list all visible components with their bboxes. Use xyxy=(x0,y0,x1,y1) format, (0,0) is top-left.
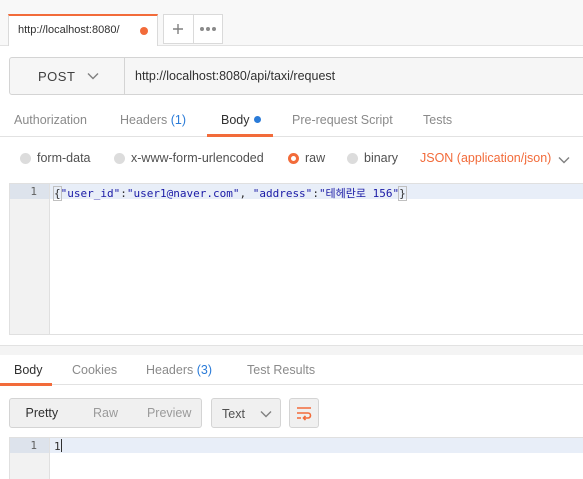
body-modified-dot-icon xyxy=(253,116,261,123)
ellipsis-icon xyxy=(199,27,216,31)
json-value: "user1@naver.com" xyxy=(126,187,240,200)
response-tab-headers-label: Headers xyxy=(146,363,194,377)
tab-headers-label: Headers xyxy=(120,113,168,127)
response-active-tab-indicator xyxy=(0,383,52,386)
close-brace: } xyxy=(398,186,407,201)
response-tab-cookies[interactable]: Cookies xyxy=(72,363,117,377)
radio-raw-label: raw xyxy=(305,151,326,165)
json-key: "user_id" xyxy=(60,187,121,200)
radio-form-data-label: form-data xyxy=(37,151,91,165)
open-brace: { xyxy=(53,186,62,201)
url-input[interactable]: http://localhost:8080/api/taxi/request xyxy=(135,69,335,83)
response-tab-headers[interactable]: Headers (3) xyxy=(146,363,212,377)
radio-raw[interactable]: raw xyxy=(288,151,325,165)
url-bar: POST http://localhost:8080/api/taxi/requ… xyxy=(9,57,583,95)
radio-urlencoded-label: x-www-form-urlencoded xyxy=(131,151,264,165)
json-comma: , xyxy=(239,187,253,200)
radio-binary[interactable]: binary xyxy=(347,151,398,165)
json-key: "address" xyxy=(252,187,313,200)
response-body-viewer[interactable]: 1 1 xyxy=(9,437,583,479)
tab-tests-label: Tests xyxy=(423,113,453,127)
line-number: 1 xyxy=(30,185,37,198)
active-tab-indicator xyxy=(207,134,273,137)
response-tabs: Body Cookies Headers (3) Test Results xyxy=(0,355,583,385)
chevron-down-icon[interactable] xyxy=(557,153,571,167)
radio-circle-icon xyxy=(114,152,125,164)
text-cursor xyxy=(60,439,62,452)
json-value: "테헤란로 156" xyxy=(318,187,400,200)
unsaved-dot-icon xyxy=(140,27,148,35)
wrap-lines-button[interactable] xyxy=(289,398,319,428)
pretty-button[interactable]: Pretty xyxy=(10,399,74,427)
tab-authorization[interactable]: Authorization xyxy=(14,113,87,127)
body-type-options: form-data x-www-form-urlencoded raw bina… xyxy=(0,145,583,173)
method-select[interactable]: POST xyxy=(10,58,125,94)
wrap-lines-icon xyxy=(297,407,312,421)
raw-button[interactable]: Raw xyxy=(74,399,138,427)
tab-headers[interactable]: Headers (1) xyxy=(120,113,186,127)
tab-body-label: Body xyxy=(221,113,250,127)
response-code-line: 1 xyxy=(54,439,62,453)
radio-binary-label: binary xyxy=(364,151,399,165)
content-type-select[interactable]: JSON (application/json) xyxy=(420,151,551,165)
tab-tests[interactable]: Tests xyxy=(423,113,452,127)
response-tab-body[interactable]: Body xyxy=(14,363,43,377)
new-tab-button[interactable] xyxy=(164,15,193,43)
tab-actions xyxy=(163,14,223,44)
response-view-mode: Pretty Raw Preview xyxy=(9,398,202,428)
plus-icon xyxy=(173,24,184,34)
tab-prerequest-script[interactable]: Pre-request Script xyxy=(292,113,393,127)
radio-selected-icon xyxy=(288,152,299,164)
line-number: 1 xyxy=(30,439,37,452)
tab-body[interactable]: Body xyxy=(221,113,261,127)
response-headers-count: (3) xyxy=(196,363,213,377)
method-label: POST xyxy=(38,69,76,84)
chevron-down-icon xyxy=(87,73,99,80)
radio-urlencoded[interactable]: x-www-form-urlencoded xyxy=(114,151,264,165)
response-format-label: Text xyxy=(222,407,245,421)
response-divider xyxy=(0,345,583,355)
response-format-select[interactable]: Text xyxy=(211,398,281,428)
request-tabs: Authorization Headers (1) Body Pre-reque… xyxy=(0,107,583,137)
response-tab-test-results[interactable]: Test Results xyxy=(247,363,315,377)
json-colon: : xyxy=(120,187,127,200)
more-tabs-button[interactable] xyxy=(192,15,223,43)
request-tab-title: http://localhost:8080/ xyxy=(18,24,120,36)
radio-circle-icon xyxy=(20,152,31,164)
chevron-down-icon xyxy=(260,411,272,418)
json-colon: : xyxy=(312,187,319,200)
tab-bar: http://localhost:8080/ xyxy=(0,0,583,46)
request-tab[interactable]: http://localhost:8080/ xyxy=(8,14,158,46)
tab-authorization-label: Authorization xyxy=(14,113,87,127)
response-tab-cookies-label: Cookies xyxy=(72,363,118,377)
tab-prerequest-label: Pre-request Script xyxy=(292,113,393,127)
response-content: 1 xyxy=(54,440,61,453)
radio-form-data[interactable]: form-data xyxy=(20,151,91,165)
line-gutter: 1 xyxy=(10,438,50,479)
line-gutter: 1 xyxy=(10,184,50,334)
headers-count: (1) xyxy=(170,113,187,127)
request-body-editor[interactable]: 1 {"user_id":"user1@naver.com", "address… xyxy=(9,183,583,335)
response-tab-test-results-label: Test Results xyxy=(247,363,316,377)
active-line-highlight xyxy=(10,438,583,453)
response-tab-body-label: Body xyxy=(14,363,43,377)
code-line: {"user_id":"user1@naver.com", "address":… xyxy=(53,185,407,201)
preview-button[interactable]: Preview xyxy=(137,399,201,427)
radio-circle-icon xyxy=(347,152,358,164)
